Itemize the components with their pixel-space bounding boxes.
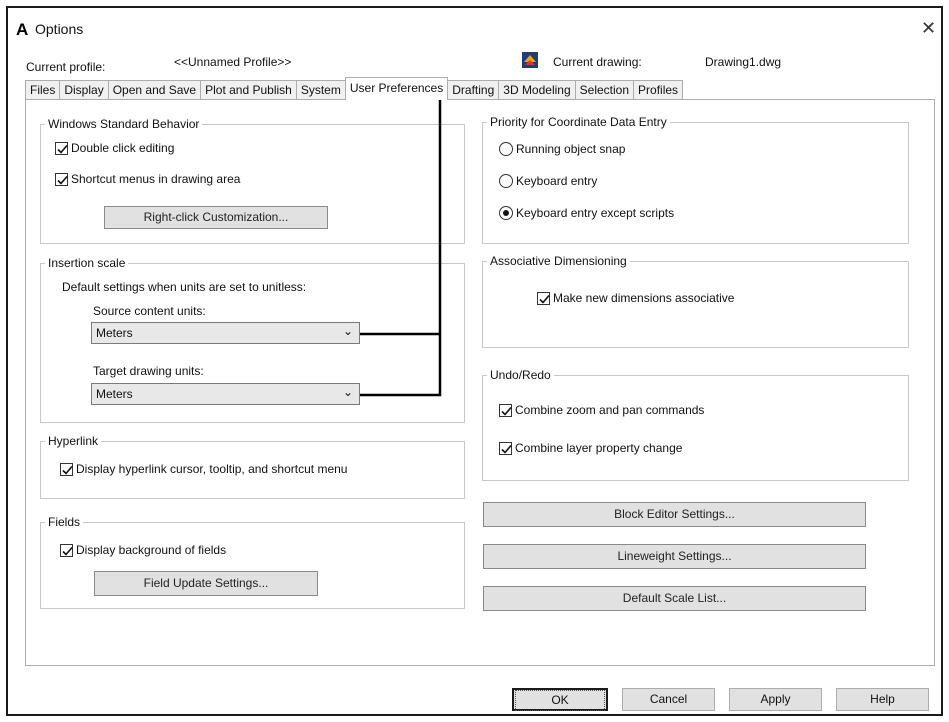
tab-3d-modeling[interactable]: 3D Modeling [498,80,575,100]
chevron-down-icon: ⌄ [342,324,353,338]
select-value: Meters [96,326,133,340]
checkbox-checked-icon [60,462,73,476]
group-title: Priority for Coordinate Data Entry [487,115,670,129]
tab-plot-and-publish[interactable]: Plot and Publish [200,80,296,100]
checkbox-checked-icon [60,543,73,557]
tab-system[interactable]: System [295,80,345,100]
target-drawing-units-select[interactable]: Meters ⌄ [91,383,360,405]
app-logo: A [16,20,29,39]
checkbox-label: Display background of fields [76,543,227,557]
radio-unselected-icon [499,142,513,156]
tab-files[interactable]: Files [25,80,60,100]
target-drawing-units-label: Target drawing units: [93,364,204,378]
checkbox-checked-icon [55,141,68,155]
right-click-customization-button[interactable]: Right-click Customization... [104,206,328,229]
cancel-button[interactable]: Cancel [622,688,715,711]
current-profile-value: <<Unnamed Profile>> [174,55,292,69]
source-content-units-label: Source content units: [93,304,206,318]
display-hyperlink-checkbox[interactable]: Display hyperlink cursor, tooltip, and s… [60,462,347,476]
ok-button-label: OK [515,690,605,711]
tab-selection[interactable]: Selection [574,80,634,100]
radio-unselected-icon [499,174,513,188]
running-object-snap-radio[interactable]: Running object snap [499,142,625,156]
radio-label: Keyboard entry except scripts [516,206,675,220]
group-title: Insertion scale [45,256,129,270]
current-drawing-label: Current drawing: [553,55,642,69]
group-title: Hyperlink [45,434,102,448]
source-content-units-select[interactable]: Meters ⌄ [91,322,360,344]
radio-label: Running object snap [516,142,626,156]
help-button[interactable]: Help [836,688,929,711]
current-profile-label: Current profile: [26,60,106,74]
keyboard-entry-radio[interactable]: Keyboard entry [499,174,597,188]
lineweight-settings-button[interactable]: Lineweight Settings... [483,544,866,569]
tab-profiles[interactable]: Profiles [633,80,684,100]
checkbox-label: Combine layer property change [515,441,683,455]
radio-label: Keyboard entry [516,174,598,188]
checkbox-label: Display hyperlink cursor, tooltip, and s… [76,462,348,476]
field-update-settings-button[interactable]: Field Update Settings... [94,571,318,596]
group-title: Windows Standard Behavior [45,117,203,131]
group-title: Associative Dimensioning [487,254,630,268]
select-value: Meters [96,387,133,401]
group-title: Fields [45,515,84,529]
drawing-file-icon [522,52,538,68]
checkbox-label: Double click editing [71,141,175,155]
display-background-fields-checkbox[interactable]: Display background of fields [60,543,226,557]
checkbox-label: Make new dimensions associative [553,291,735,305]
checkbox-label: Combine zoom and pan commands [515,403,705,417]
current-drawing-value: Drawing1.dwg [705,55,782,69]
chevron-down-icon: ⌄ [342,385,353,399]
ok-button[interactable]: OK [512,688,608,711]
combine-layer-property-checkbox[interactable]: Combine layer property change [499,441,682,455]
shortcut-menus-checkbox[interactable]: Shortcut menus in drawing area [55,172,240,186]
apply-button[interactable]: Apply [729,688,822,711]
checkbox-checked-icon [55,172,68,186]
combine-zoom-pan-checkbox[interactable]: Combine zoom and pan commands [499,403,704,417]
keyboard-entry-except-scripts-radio[interactable]: Keyboard entry except scripts [499,206,674,220]
insertion-scale-description: Default settings when units are set to u… [62,280,307,294]
radio-selected-icon [499,206,513,220]
tab-strip: Files Display Open and Save Plot and Pub… [25,77,684,100]
checkbox-checked-icon [499,441,512,455]
checkbox-checked-icon [537,291,550,305]
tab-user-preferences[interactable]: User Preferences [344,77,449,100]
double-click-editing-checkbox[interactable]: Double click editing [55,141,174,155]
close-icon[interactable]: ✕ [921,19,936,37]
tab-open-and-save[interactable]: Open and Save [107,80,201,100]
checkbox-checked-icon [499,403,512,417]
checkbox-label: Shortcut menus in drawing area [71,172,241,186]
block-editor-settings-button[interactable]: Block Editor Settings... [483,502,866,527]
make-dimensions-associative-checkbox[interactable]: Make new dimensions associative [537,291,734,305]
undo-redo-group: Undo/Redo [482,368,909,481]
group-title: Undo/Redo [487,368,554,382]
dialog-title: Options [35,21,84,37]
default-scale-list-button[interactable]: Default Scale List... [483,586,866,611]
tab-display[interactable]: Display [59,80,108,100]
tab-drafting[interactable]: Drafting [448,80,499,100]
